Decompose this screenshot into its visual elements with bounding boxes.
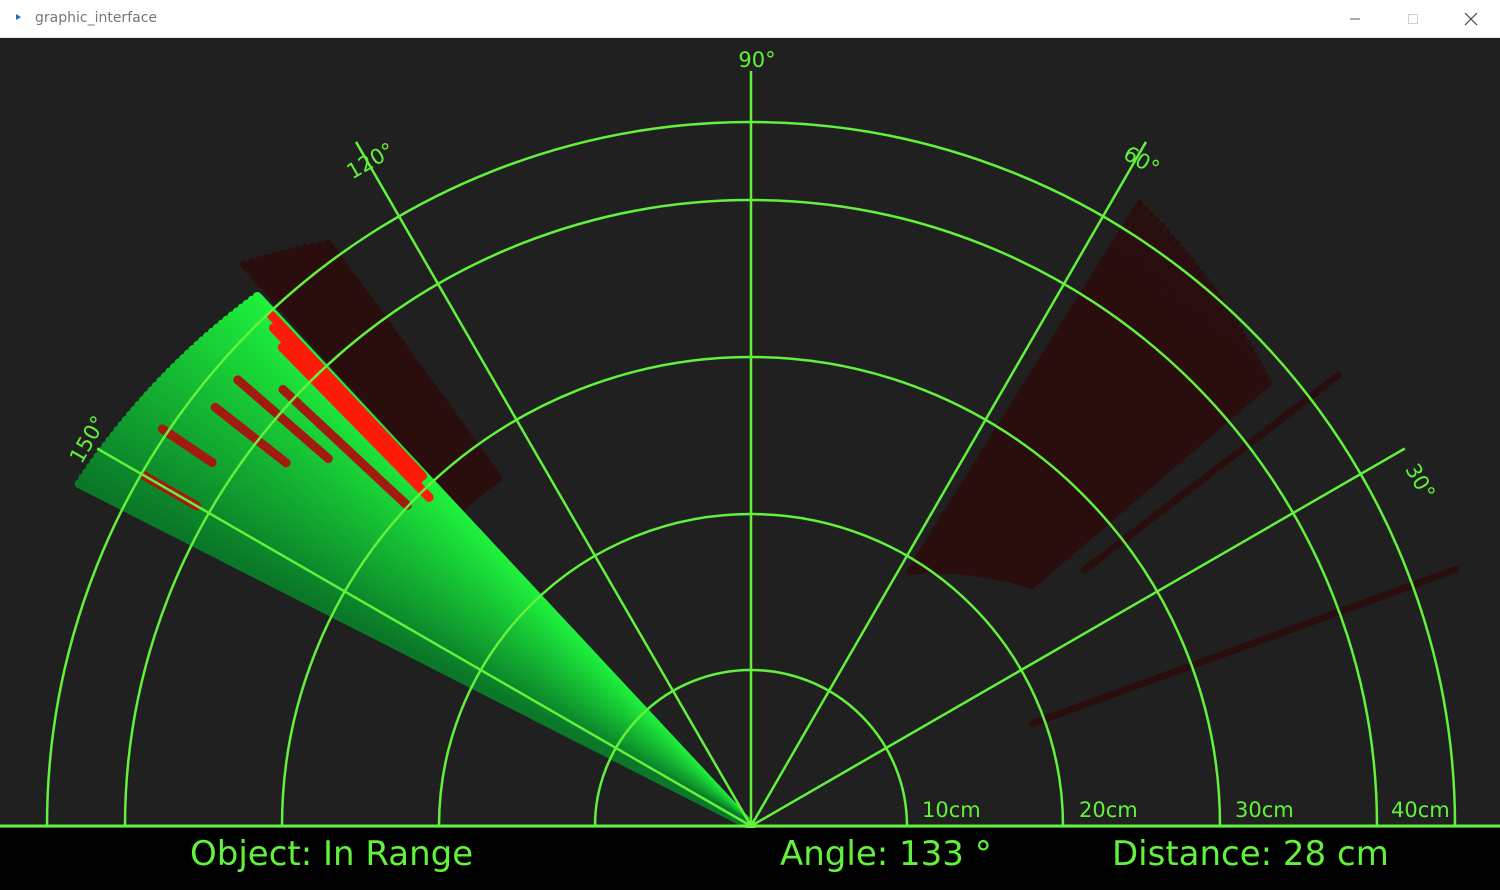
object-status: Object: In Range — [190, 834, 473, 874]
close-icon — [1464, 12, 1478, 26]
angle-readout: Angle: 133 ° — [780, 834, 992, 874]
distance-label-10cm: 10cm — [922, 798, 981, 822]
distance-readout: Distance: 28 cm — [1112, 834, 1389, 874]
distance-label-30cm: 30cm — [1235, 798, 1294, 822]
angle-label-90: 90° — [738, 48, 775, 72]
maximize-icon — [1408, 14, 1418, 24]
distance-label-20cm: 20cm — [1079, 798, 1138, 822]
radar-canvas: 30° 60° 90° 120° 150° 10cm 20cm 30cm 40c… — [0, 38, 1500, 890]
distance-label-40cm: 40cm — [1391, 798, 1450, 822]
close-button[interactable] — [1442, 0, 1500, 38]
app-icon — [16, 14, 21, 20]
window-title: graphic_interface — [35, 10, 158, 26]
window-titlebar: graphic_interface — [0, 0, 1500, 38]
minimize-button[interactable] — [1326, 0, 1384, 38]
minimize-icon — [1350, 18, 1360, 20]
maximize-button[interactable] — [1384, 0, 1442, 38]
